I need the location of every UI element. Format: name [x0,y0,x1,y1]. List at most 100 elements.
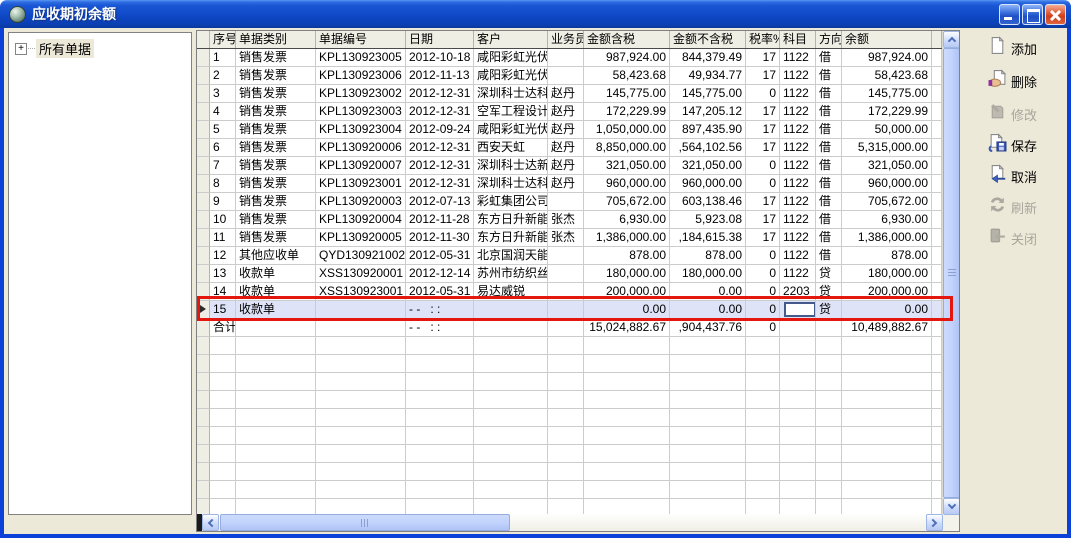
horizontal-scrollbar[interactable] [197,514,943,531]
cell-type[interactable]: 销售发票 [236,85,316,103]
cell-direction[interactable]: 贷 [816,265,842,283]
col-header-direction[interactable]: 方向 [816,31,842,48]
cell-amount_notax[interactable]: 603,138.46 [670,193,746,211]
cell-salesperson[interactable]: 赵丹 [548,175,584,193]
add-button[interactable]: 添加 [988,36,1066,60]
cell-customer[interactable]: 彩虹集团公司 [474,193,548,211]
cell-direction[interactable]: 借 [816,49,842,67]
cell-tax_rate[interactable]: 17 [746,193,780,211]
cell-seq[interactable]: 11 [210,229,236,247]
cell-balance[interactable]: 1,386,000.00 [842,229,932,247]
cell-account[interactable]: 1122 [780,175,816,193]
cell-tax_rate[interactable]: 17 [746,67,780,85]
col-header-date[interactable]: 日期 [406,31,474,48]
cell-salesperson[interactable] [548,301,584,319]
cell-docno[interactable]: KPL130923004 [316,121,406,139]
scroll-down-button[interactable] [943,498,960,515]
cell-seq[interactable]: 合计 [210,319,236,337]
cell-amount_tax[interactable]: 15,024,882.67 [584,319,670,337]
cell-amount_tax[interactable]: 321,050.00 [584,157,670,175]
cell-customer[interactable]: 北京国润天能 [474,247,548,265]
cell-type[interactable]: 销售发票 [236,139,316,157]
cell-amount_notax[interactable]: 960,000.00 [670,175,746,193]
cell-amount_tax[interactable]: 1,050,000.00 [584,121,670,139]
cell-account[interactable]: 1122 [780,139,816,157]
cell-docno[interactable]: KPL130920006 [316,139,406,157]
cell-customer[interactable]: 深圳科士达科 [474,175,548,193]
cell-salesperson[interactable] [548,265,584,283]
cell-tax_rate[interactable]: 0 [746,175,780,193]
cell-amount_notax[interactable]: 147,205.12 [670,103,746,121]
cell-docno[interactable] [316,301,406,319]
cell-date[interactable]: 2012-12-31 [406,139,474,157]
cell-date[interactable]: - - : : [406,301,474,319]
cell-amount_tax[interactable]: 180,000.00 [584,265,670,283]
cell-docno[interactable]: XSS130920001 [316,265,406,283]
cell-account[interactable]: 1122 [780,247,816,265]
tree-item-label[interactable]: 所有单据 [36,39,94,58]
cell-customer[interactable]: 东方日升新能 [474,229,548,247]
scroll-right-button[interactable] [926,514,943,531]
cell-type[interactable]: 收款单 [236,265,316,283]
cell-type[interactable]: 销售发票 [236,67,316,85]
cell-customer[interactable]: 咸阳彩虹光伏 [474,121,548,139]
cell-date[interactable]: 2012-12-31 [406,85,474,103]
cell-salesperson[interactable]: 赵丹 [548,139,584,157]
cell-seq[interactable]: 4 [210,103,236,121]
cell-account[interactable]: 1122 [780,157,816,175]
cell-direction[interactable]: 贷 [816,283,842,301]
cell-balance[interactable]: 58,423.68 [842,67,932,85]
cell-date[interactable]: 2012-10-18 [406,49,474,67]
cell-customer[interactable]: 西安天虹 [474,139,548,157]
cell-balance[interactable]: 705,672.00 [842,193,932,211]
cell-amount_tax[interactable]: 878.00 [584,247,670,265]
cell-tax_rate[interactable]: 0 [746,265,780,283]
cell-salesperson[interactable]: 赵丹 [548,121,584,139]
cell-customer[interactable]: 易达威锐 [474,283,548,301]
cell-docno[interactable]: KPL130920003 [316,193,406,211]
cell-seq[interactable]: 14 [210,283,236,301]
cell-direction[interactable]: 借 [816,139,842,157]
cell-salesperson[interactable] [548,247,584,265]
cell-amount_tax[interactable]: 6,930.00 [584,211,670,229]
maximize-button[interactable] [1022,4,1043,25]
cell-account[interactable]: 1122 [780,121,816,139]
cell-date[interactable]: - - : : [406,319,474,337]
cell-date[interactable]: 2012-11-28 [406,211,474,229]
cell-salesperson[interactable] [548,49,584,67]
cell-seq[interactable]: 7 [210,157,236,175]
cell-date[interactable]: 2012-12-14 [406,265,474,283]
cell-amount_notax[interactable]: ,904,437.76 [670,319,746,337]
cell-amount_notax[interactable]: 897,435.90 [670,121,746,139]
cell-seq[interactable]: 12 [210,247,236,265]
cell-salesperson[interactable] [548,193,584,211]
cell-amount_tax[interactable]: 705,672.00 [584,193,670,211]
cell-docno[interactable]: KPL130923001 [316,175,406,193]
cell-seq[interactable]: 6 [210,139,236,157]
cell-seq[interactable]: 9 [210,193,236,211]
cell-docno[interactable] [316,319,406,337]
cell-account[interactable]: 1122 [780,193,816,211]
cell-type[interactable]: 收款单 [236,283,316,301]
cell-customer[interactable]: 东方日升新能 [474,211,548,229]
cell-type[interactable]: 销售发票 [236,229,316,247]
cell-tax_rate[interactable]: 0 [746,301,780,319]
cell-direction[interactable]: 贷 [816,301,842,319]
cell-docno[interactable]: QYD130921002 [316,247,406,265]
col-header-amount_tax[interactable]: 金额含税 [584,31,670,48]
cell-account[interactable]: 1122 [780,49,816,67]
col-header-balance[interactable]: 余额 [842,31,932,48]
cell-tax_rate[interactable]: 17 [746,121,780,139]
cell-amount_tax[interactable]: 172,229.99 [584,103,670,121]
cell-date[interactable]: 2012-05-31 [406,247,474,265]
cell-docno[interactable]: KPL130923005 [316,49,406,67]
tree-item-all-documents[interactable]: + 所有单据 [15,39,191,58]
cell-seq[interactable]: 13 [210,265,236,283]
cell-seq[interactable]: 3 [210,85,236,103]
cell-type[interactable]: 销售发票 [236,49,316,67]
save-button[interactable]: 保存 [988,133,1066,157]
cell-docno[interactable]: KPL130920004 [316,211,406,229]
cell-date[interactable]: 2012-11-30 [406,229,474,247]
col-header-salesperson[interactable]: 业务员 [548,31,584,48]
cell-direction[interactable]: 借 [816,229,842,247]
